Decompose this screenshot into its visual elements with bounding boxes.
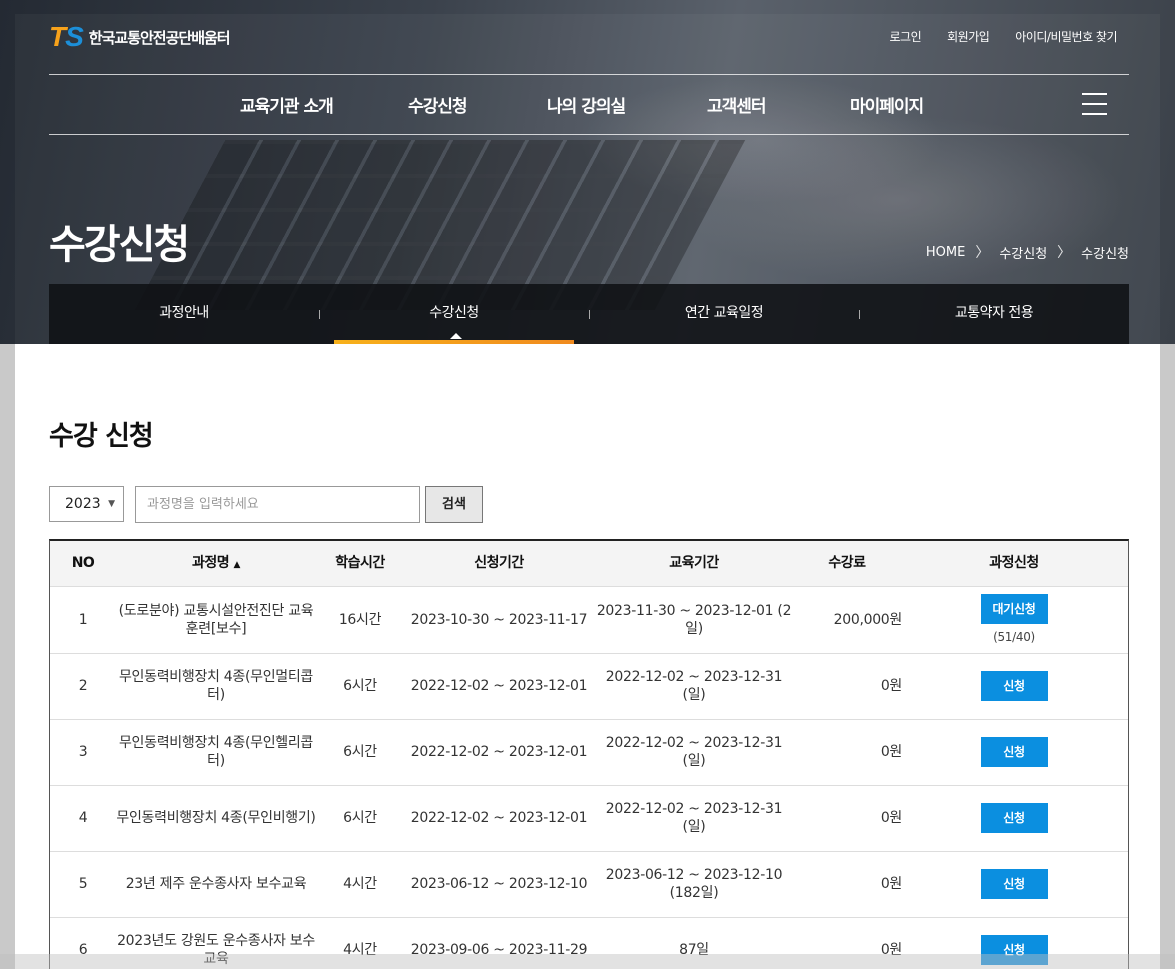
sort-asc-icon: ▲	[233, 560, 241, 570]
cell-course: 무인동력비행장치 4종(무인비행기)	[116, 810, 316, 826]
nav-item-support[interactable]: 고객센터	[707, 92, 767, 117]
nav-item-mypage[interactable]: 마이페이지	[850, 92, 924, 117]
table-row: 2 무인동력비행장치 4종(무인멀티콥터) 6시간 2022-12-02 ~ 2023…	[50, 653, 1128, 720]
subnav-accessibility[interactable]: 교통약자 전용	[859, 284, 1129, 344]
ts-logo-icon: TS	[49, 21, 84, 52]
table-row: 5 23년 제주 운수종사자 보수교육 4시간 2023-06-12 ~ 2023-1…	[50, 851, 1128, 918]
cell-action: 신청	[900, 785, 1128, 851]
cell-action: 대기신청 (51/40)	[900, 587, 1128, 653]
cell-hours: 6시간	[343, 810, 377, 826]
find-account-link[interactable]: 아이디/비밀번호 찾기	[1015, 28, 1117, 45]
breadcrumb-home[interactable]: HOME	[926, 245, 965, 260]
cell-apply-period: 2022-12-02 ~ 2023-12-01	[410, 678, 588, 694]
cell-action: 신청	[900, 719, 1128, 785]
breadcrumb-level2: 수강신청	[1081, 246, 1129, 262]
page-hero-title: 수강신청	[49, 222, 190, 268]
cell-hours: 16시간	[338, 612, 382, 628]
cell-fee: 0원	[880, 678, 902, 694]
cell-course: (도로분야) 교통시설안전진단 교육 훈련[보수]	[118, 603, 314, 637]
table-row: 3 무인동력비행장치 4종(무인헬리콥터) 6시간 2022-12-02 ~ 2023…	[50, 719, 1128, 786]
cell-course: 무인동력비행장치 4종(무인헬리콥터)	[118, 735, 314, 769]
header-edu-period: 교육기간	[669, 555, 719, 571]
breadcrumb: HOME 〉 수강신청 〉 수강신청	[926, 242, 1129, 262]
cell-fee: 0원	[880, 810, 902, 826]
waitlist-button[interactable]: 대기신청	[980, 594, 1048, 624]
cell-edu-period: 2022-12-02 ~ 2023-12-31 (일)	[605, 801, 783, 835]
nav-bottom-divider	[49, 134, 1129, 135]
cell-edu-period: 2022-12-02 ~ 2023-12-31 (일)	[605, 735, 783, 769]
cell-hours: 6시간	[343, 678, 377, 694]
search-button[interactable]: 검색	[425, 486, 483, 523]
year-select[interactable]: 2023 ▼	[49, 486, 124, 522]
main-nav: 교육기관 소개 수강신청 나의 강의실 고객센터 마이페이지	[0, 92, 1175, 118]
caret-up-icon	[450, 333, 462, 339]
site-logo[interactable]: TS 한국교통안전공단배움터	[49, 21, 231, 52]
cell-no: 4	[78, 810, 88, 826]
cell-course: 23년 제주 운수종사자 보수교육	[125, 876, 307, 892]
cell-fee: 200,000원	[833, 612, 903, 628]
course-table: NO 과정명 ▲ 학습시간 신청기간 교육기간 수강료 과정신청 1 (도로분야)…	[49, 539, 1129, 969]
signup-link[interactable]: 회원가입	[947, 28, 990, 45]
table-header: NO 과정명 ▲ 학습시간 신청기간 교육기간 수강료 과정신청	[50, 541, 1128, 587]
cell-edu-period: 2023-11-30 ~ 2023-12-01 (2일)	[596, 603, 792, 637]
header-course[interactable]: 과정명 ▲	[116, 541, 316, 586]
cell-no: 1	[78, 612, 88, 628]
header-fee: 수강료	[828, 555, 866, 571]
cell-action: 신청	[900, 851, 1128, 917]
cell-apply-period: 2022-12-02 ~ 2023-12-01	[410, 810, 588, 826]
apply-button[interactable]: 신청	[980, 737, 1048, 767]
sub-nav: 과정안내 수강신청 연간 교육일정 교통약자 전용	[49, 284, 1129, 344]
utility-links: 로그인 회원가입 아이디/비밀번호 찾기	[889, 28, 1117, 45]
nav-top-divider	[49, 74, 1129, 75]
cell-no: 2	[78, 678, 88, 694]
cell-no: 3	[78, 744, 88, 760]
nav-item-my-classroom[interactable]: 나의 강의실	[547, 92, 626, 117]
table-row: 4 무인동력비행장치 4종(무인비행기) 6시간 2022-12-02 ~ 2023-…	[50, 785, 1128, 852]
cell-edu-period: 2022-12-02 ~ 2023-12-31 (일)	[605, 669, 783, 703]
header-action: 과정신청	[989, 555, 1039, 571]
dropdown-arrow-icon: ▼	[108, 499, 115, 509]
header-apply-period: 신청기간	[474, 555, 524, 571]
subnav-annual-schedule[interactable]: 연간 교육일정	[589, 284, 859, 344]
cell-apply-period: 2023-06-12 ~ 2023-12-10	[410, 876, 588, 892]
cell-apply-period: 2022-12-02 ~ 2023-12-01	[410, 744, 588, 760]
chevron-right-icon: 〉	[1057, 245, 1072, 261]
table-row: 1 (도로분야) 교통시설안전진단 교육 훈련[보수] 16시간 2023-10-30…	[50, 587, 1128, 654]
apply-button[interactable]: 신청	[980, 869, 1048, 899]
active-tab-indicator	[334, 340, 574, 344]
seat-count: (51/40)	[993, 630, 1035, 644]
menu-icon[interactable]	[1082, 93, 1107, 116]
apply-button[interactable]: 신청	[980, 803, 1048, 833]
cell-fee: 0원	[880, 876, 902, 892]
cell-apply-period: 2023-10-30 ~ 2023-11-17	[410, 612, 588, 628]
cell-course: 무인동력비행장치 4종(무인멀티콥터)	[118, 669, 314, 703]
header-no: NO	[71, 555, 95, 571]
apply-button[interactable]: 신청	[980, 671, 1048, 701]
breadcrumb-level1[interactable]: 수강신청	[999, 243, 1047, 262]
nav-item-about[interactable]: 교육기관 소개	[240, 92, 334, 117]
login-link[interactable]: 로그인	[889, 28, 921, 45]
course-search-input[interactable]: 과정명을 입력하세요	[135, 486, 420, 523]
cell-hours: 6시간	[343, 744, 377, 760]
cell-fee: 0원	[880, 744, 902, 760]
section-title: 수강 신청	[49, 421, 154, 452]
subnav-course-info[interactable]: 과정안내	[49, 284, 319, 344]
nav-item-enroll[interactable]: 수강신청	[408, 92, 468, 117]
header-hours: 학습시간	[335, 555, 385, 571]
cell-no: 5	[78, 876, 88, 892]
cell-edu-period: 2023-06-12 ~ 2023-12-10 (182일)	[605, 867, 783, 901]
site-name: 한국교통안전공단배움터	[88, 28, 231, 47]
cell-action: 신청	[900, 653, 1128, 719]
chevron-right-icon: 〉	[975, 245, 990, 261]
cell-hours: 4시간	[343, 876, 377, 892]
